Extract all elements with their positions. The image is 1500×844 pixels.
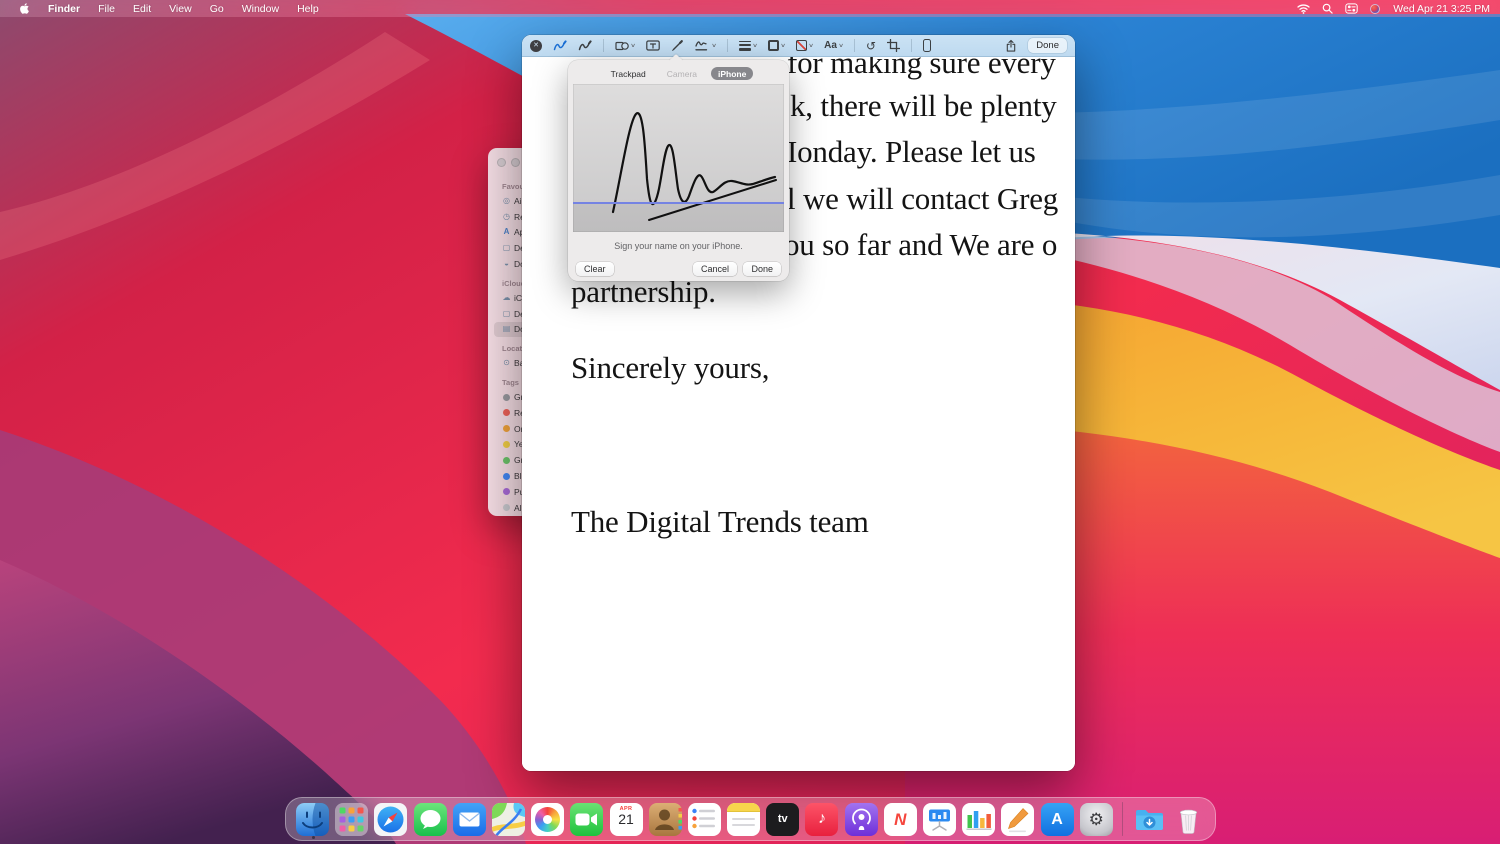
dock-icon-trash[interactable]	[1172, 803, 1205, 836]
desktop-icon: ▢	[502, 308, 511, 318]
dock-icon-finder[interactable]	[296, 802, 329, 836]
dock-icon-system-preferences[interactable]: ⚙	[1079, 802, 1113, 836]
document-line: ou so far and We are o	[784, 227, 1058, 262]
fill-color-icon[interactable]: ∨	[796, 40, 814, 51]
tag-dot-purple	[503, 488, 510, 496]
dock-icon-maps[interactable]	[491, 802, 525, 836]
markup-toolbar: ✕ ∨ ∨ ∨ ∨ ∨ Aa ∨ ↺ Done	[522, 35, 1075, 57]
pen-icon[interactable]	[671, 39, 684, 52]
tag-dot-blue	[503, 472, 510, 480]
menu-bar-status: Wed Apr 21 3:25 PM	[1294, 3, 1500, 15]
line-weight-icon[interactable]: ∨	[739, 40, 758, 51]
menu-bar: Finder File Edit View Go Window Help Wed…	[0, 0, 1500, 17]
menu-item-finder[interactable]: Finder	[39, 3, 89, 15]
shapes-icon[interactable]: ∨	[615, 39, 636, 52]
signature-buttons: Clear Cancel Done	[568, 262, 789, 278]
dock: APR 21 tv ♪ N A ⚙	[285, 797, 1216, 841]
minimize-window-button[interactable]	[511, 158, 520, 167]
tag-dot-orange	[503, 425, 510, 433]
applications-icon: A	[503, 227, 510, 237]
tag-dot-all	[503, 504, 510, 512]
documents-icon: ▤	[502, 324, 511, 334]
dock-icon-safari[interactable]	[374, 802, 408, 836]
dock-icon-downloads-folder[interactable]	[1133, 803, 1166, 836]
downloads-icon: ◒	[504, 259, 509, 269]
crop-icon[interactable]	[887, 39, 901, 52]
signature-caption: Sign your name on your iPhone.	[614, 241, 743, 251]
done-button[interactable]: Done	[743, 262, 781, 276]
desktop: Finder File Edit View Go Window Help Wed…	[0, 0, 1500, 844]
markup-done-button[interactable]: Done	[1028, 38, 1067, 53]
share-icon[interactable]	[1005, 39, 1017, 53]
text-style-icon[interactable]: Aa ∨	[824, 40, 844, 51]
document-line: The Digital Trends team	[571, 504, 869, 539]
sketch-icon[interactable]	[553, 39, 567, 52]
recents-icon: ◷	[503, 211, 510, 221]
dock-icon-calendar[interactable]: APR 21	[609, 802, 643, 836]
tag-dot-red	[503, 409, 510, 417]
border-color-icon[interactable]: ∨	[768, 40, 786, 51]
signature-canvas-lower	[573, 203, 784, 232]
search-icon[interactable]	[1319, 3, 1336, 14]
document-line: Sincerely yours,	[571, 350, 770, 385]
tab-iphone[interactable]: iPhone	[711, 67, 754, 80]
dock-icon-keynote[interactable]	[923, 802, 956, 836]
close-window-button[interactable]	[497, 158, 506, 167]
tag-dot-yellow	[503, 440, 510, 448]
tab-trackpad[interactable]: Trackpad	[604, 67, 653, 80]
airdrop-icon: ◎	[503, 195, 510, 205]
desktop-icon: ▢	[502, 243, 511, 253]
apple-menu-icon[interactable]	[10, 2, 39, 15]
dock-icon-reminders[interactable]	[687, 802, 721, 836]
wifi-icon[interactable]	[1294, 3, 1313, 14]
dock-icon-photos[interactable]	[531, 802, 565, 836]
text-box-icon[interactable]	[646, 39, 660, 52]
document-line: for making sure every	[787, 57, 1056, 80]
clear-button[interactable]: Clear	[576, 262, 614, 276]
signature-icon[interactable]: ∨	[695, 39, 717, 52]
dock-icon-appstore[interactable]: A	[1040, 802, 1074, 836]
menu-item-help[interactable]: Help	[288, 3, 328, 15]
dock-icon-news[interactable]: N	[883, 802, 917, 836]
tab-camera[interactable]: Camera	[660, 67, 704, 80]
dock-icon-tv[interactable]: tv	[766, 802, 800, 836]
control-center-icon[interactable]	[1342, 3, 1361, 14]
markup-close-icon[interactable]: ✕	[530, 39, 542, 52]
menu-bar-left: Finder File Edit View Go Window Help	[0, 2, 328, 15]
tag-dot-grey	[503, 393, 510, 401]
document-line: l we will contact Greg	[787, 181, 1059, 216]
document-line: k, there will be plenty	[790, 88, 1057, 123]
signature-popover: Trackpad Camera iPhone Sign your name on…	[568, 53, 789, 281]
dock-separator	[1121, 802, 1124, 836]
disk-icon: ⊙	[503, 358, 510, 368]
icloud-icon: ☁	[502, 292, 511, 302]
dock-icon-pages[interactable]	[1001, 802, 1035, 836]
rotate-left-icon[interactable]: ↺	[866, 40, 876, 52]
cancel-button[interactable]: Cancel	[692, 262, 737, 276]
tag-dot-green	[503, 456, 510, 464]
dock-icon-launchpad[interactable]	[335, 802, 369, 836]
dock-icon-numbers[interactable]	[962, 802, 996, 836]
menu-item-file[interactable]: File	[89, 3, 124, 15]
dock-icon-notes[interactable]	[727, 802, 761, 836]
menu-item-window[interactable]: Window	[233, 3, 288, 15]
dock-icon-music[interactable]: ♪	[805, 802, 839, 836]
dock-icon-podcasts[interactable]	[844, 802, 878, 836]
menu-item-go[interactable]: Go	[201, 3, 233, 15]
dock-icon-facetime[interactable]	[570, 802, 604, 836]
finder-running-indicator	[311, 835, 315, 839]
menu-item-view[interactable]: View	[160, 3, 201, 15]
signature-canvas[interactable]	[573, 84, 784, 232]
dock-icon-mail[interactable]	[452, 802, 486, 836]
calendar-day-label: 21	[618, 811, 634, 827]
menu-bar-clock[interactable]: Wed Apr 21 3:25 PM	[1389, 3, 1490, 15]
menu-item-edit[interactable]: Edit	[124, 3, 160, 15]
document-line: Ionday. Please let us	[787, 134, 1036, 169]
dock-icon-messages[interactable]	[413, 802, 447, 836]
draw-icon[interactable]	[578, 39, 592, 52]
dock-icon-contacts[interactable]	[648, 802, 682, 836]
status-orb-icon[interactable]	[1367, 3, 1383, 14]
iphone-icon[interactable]	[923, 39, 932, 52]
